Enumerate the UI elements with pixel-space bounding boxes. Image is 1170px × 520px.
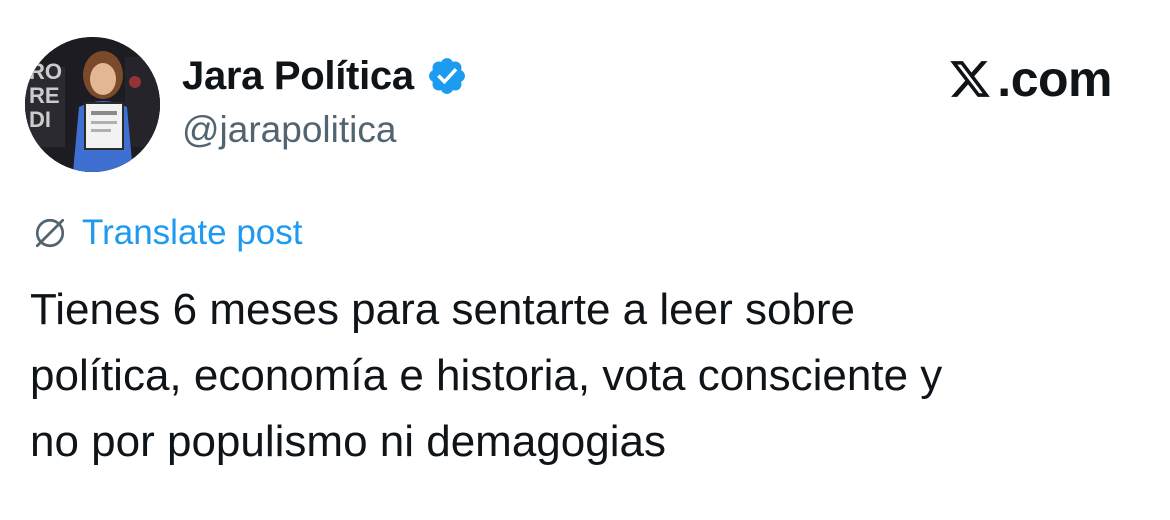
brand-logo: .com [947, 52, 1112, 106]
svg-text:RE: RE [29, 83, 60, 108]
svg-text:DI: DI [29, 107, 51, 132]
globe-icon [35, 218, 65, 248]
author-handle[interactable]: @jarapolitica [182, 106, 396, 154]
author-name-row[interactable]: Jara Política [182, 52, 468, 100]
tweet-text: Tienes 6 meses para sentarte a leer sobr… [30, 285, 943, 466]
translate-post-label[interactable]: Translate post [82, 212, 302, 254]
x-logo-icon [950, 61, 991, 97]
display-name[interactable]: Jara Política [182, 52, 414, 100]
brand-domain-text: .com [997, 51, 1112, 107]
verified-badge-icon [428, 58, 465, 94]
svg-text:RO: RO [29, 59, 62, 84]
profile-photo: RO RE DI [25, 37, 160, 172]
translate-post-link[interactable]: Translate post [32, 212, 302, 254]
avatar[interactable]: RO RE DI [25, 37, 160, 172]
